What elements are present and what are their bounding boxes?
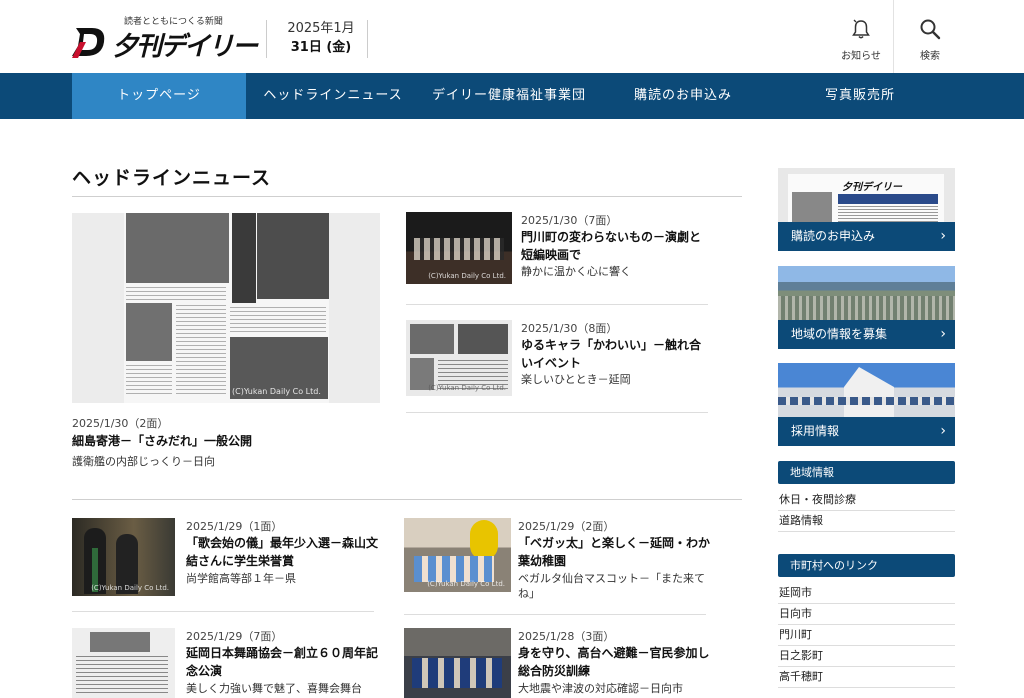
city-link-takachiho[interactable]: 高千穂町 xyxy=(778,667,955,688)
news-title[interactable]: 延岡日本舞踊協会－創立６０周年記念公演 xyxy=(186,644,378,680)
chevron-right-icon: › xyxy=(940,326,946,342)
divider xyxy=(406,304,708,305)
news-thumbnail: (C)Yukan Daily Co Ltd. xyxy=(404,518,511,592)
nav-item-top[interactable]: トップページ xyxy=(72,73,246,119)
recruit-banner[interactable]: 採用情報 › xyxy=(778,363,955,446)
recruit-banner-label: 採用情報 xyxy=(791,424,840,438)
chevron-right-icon: › xyxy=(940,228,946,244)
building-banner-image xyxy=(778,363,955,417)
region-info-heading: 地域情報 xyxy=(778,461,955,484)
news-subtitle: 大地震や津波の対応確認－日向市 xyxy=(518,682,683,695)
logo-d-mark xyxy=(72,28,105,58)
city-link-nobeoka[interactable]: 延岡市 xyxy=(778,583,955,604)
image-watermark: (C)Yukan Daily Co Ltd. xyxy=(427,580,505,588)
header-separator xyxy=(893,0,894,73)
news-subtitle: 尚学館高等部１年－県 xyxy=(186,572,296,585)
city-link-hinokage[interactable]: 日之影町 xyxy=(778,646,955,667)
today-date: 2025年1月 31日 (金) xyxy=(276,20,366,58)
news-thumbnail: (C)Yukan Daily Co Ltd. xyxy=(406,212,512,284)
image-watermark: (C)Yukan Daily Co Ltd. xyxy=(428,272,506,280)
news-subtitle: 静かに温かく心に響く xyxy=(521,265,631,278)
city-link-hyuga[interactable]: 日向市 xyxy=(778,604,955,625)
news-item[interactable]: 2025/1/28（3面） 身を守り、高台へ避難－官民参加し総合防災訓練 大地震… xyxy=(404,628,714,698)
news-date: 2025/1/29（1面） xyxy=(186,520,283,533)
news-title[interactable]: ゆるキャラ「かわいい」－触れ合いイベント xyxy=(521,336,711,372)
chevron-right-icon: › xyxy=(940,423,946,439)
recruit-banner-bar: 採用情報 › xyxy=(778,417,955,446)
news-item[interactable]: (C)Yukan Daily Co Ltd. 2025/1/29（1面） 「歌会… xyxy=(72,518,378,606)
search-label: 検索 xyxy=(920,51,940,62)
news-date: 2025/1/29（7面） xyxy=(186,630,283,643)
date-day: 31日 (金) xyxy=(290,40,352,55)
featured-subtitle: 護衛艦の内部じっくり－日向 xyxy=(72,455,215,468)
image-watermark: (C)Yukan Daily Co Ltd. xyxy=(428,384,506,392)
date-year-month: 2025年1月 xyxy=(287,21,355,36)
bell-icon xyxy=(852,19,870,39)
site-logo[interactable]: 読者とともにつくる新聞 夕刊デイリー xyxy=(72,12,258,62)
image-watermark: (C)Yukan Daily Co Ltd. xyxy=(232,387,321,396)
news-subtitle: ベガルタ仙台マスコット－「また来てね」 xyxy=(518,572,705,600)
newspaper-clipping xyxy=(124,213,329,403)
news-item[interactable]: 2025/1/29（7面） 延岡日本舞踊協会－創立６０周年記念公演 美しく力強い… xyxy=(72,628,378,698)
subscribe-banner-bar: 購読のお申込み › xyxy=(778,222,955,251)
featured-title[interactable]: 細島寄港－「さみだれ」一般公開 xyxy=(72,432,252,449)
news-title[interactable]: 門川町の変わらないもの－演劇と短編映画で xyxy=(521,228,711,264)
newspaper-banner-image: 夕刊デイリー xyxy=(778,168,955,222)
info-request-banner-bar: 地域の情報を募集 › xyxy=(778,320,955,349)
banner-paper-logo: 夕刊デイリー xyxy=(842,182,902,193)
featured-image[interactable]: (C)Yukan Daily Co Ltd. xyxy=(72,213,380,403)
news-date: 2025/1/30（8面） xyxy=(521,322,618,335)
site-header: 読者とともにつくる新聞 夕刊デイリー 2025年1月 31日 (金) お知らせ … xyxy=(0,0,1024,73)
news-title[interactable]: 「歌会始の儀」最年少入選－森山文結さんに学生栄誉賞 xyxy=(186,534,378,570)
notice-label: お知らせ xyxy=(841,51,881,62)
section-title-rule xyxy=(72,196,742,197)
news-title[interactable]: 身を守り、高台へ避難－官民参加し総合防災訓練 xyxy=(518,644,710,680)
nav-item-headline[interactable]: ヘッドラインニュース xyxy=(252,73,414,119)
news-item[interactable]: (C)Yukan Daily Co Ltd. 2025/1/30（7面） 門川町… xyxy=(406,212,710,304)
city-link-kadogawa[interactable]: 門川町 xyxy=(778,625,955,646)
city-links-heading: 市町村へのリンク xyxy=(778,554,955,577)
news-thumbnail: (C)Yukan Daily Co Ltd. xyxy=(406,320,512,396)
notice-button[interactable]: お知らせ xyxy=(827,0,895,73)
news-thumbnail xyxy=(72,628,175,698)
region-link-clinic[interactable]: 休日・夜間診療 xyxy=(778,490,955,511)
main-nav: トップページ ヘッドラインニュース デイリー健康福祉事業団 購読のお申込み 写真… xyxy=(0,73,1024,119)
news-date: 2025/1/30（7面） xyxy=(521,214,618,227)
news-item[interactable]: (C)Yukan Daily Co Ltd. 2025/1/29（2面） 「ベガ… xyxy=(404,518,714,606)
nav-item-photo-sales[interactable]: 写真販売所 xyxy=(780,73,940,119)
nav-item-welfare[interactable]: デイリー健康福祉事業団 xyxy=(420,73,598,119)
cityscape-banner-image xyxy=(778,266,955,320)
search-button[interactable]: 検索 xyxy=(896,0,964,73)
news-subtitle: 美しく力強い舞で魅了、喜舞会舞台 xyxy=(186,682,362,695)
section-title: ヘッドラインニュース xyxy=(72,167,272,189)
news-date: 2025/1/28（3面） xyxy=(518,630,615,643)
search-icon xyxy=(920,19,941,40)
news-thumbnail: (C)Yukan Daily Co Ltd. xyxy=(72,518,175,596)
info-request-banner-label: 地域の情報を募集 xyxy=(791,327,888,341)
section-divider xyxy=(72,499,742,500)
news-item[interactable]: (C)Yukan Daily Co Ltd. 2025/1/30（8面） ゆるキ… xyxy=(406,320,710,412)
news-title[interactable]: 「ベガッ太」と楽しく－延岡・わか葉幼稚園 xyxy=(518,534,710,570)
news-thumbnail xyxy=(404,628,511,698)
info-request-banner[interactable]: 地域の情報を募集 › xyxy=(778,266,955,349)
header-divider xyxy=(266,20,267,58)
news-date: 2025/1/29（2面） xyxy=(518,520,615,533)
subscribe-banner[interactable]: 夕刊デイリー 購読のお申込み › xyxy=(778,168,955,251)
news-subtitle: 楽しいひととき－延岡 xyxy=(521,373,631,386)
image-watermark: (C)Yukan Daily Co Ltd. xyxy=(91,584,169,592)
logo-text: 夕刊デイリー xyxy=(112,32,258,62)
divider xyxy=(72,611,374,612)
subscribe-banner-label: 購読のお申込み xyxy=(791,229,876,243)
nav-item-subscribe[interactable]: 購読のお申込み xyxy=(608,73,758,119)
divider xyxy=(406,412,708,413)
region-link-road[interactable]: 道路情報 xyxy=(778,511,955,532)
featured-date: 2025/1/30（2面） xyxy=(72,417,169,430)
header-divider xyxy=(367,20,368,58)
divider xyxy=(404,614,706,615)
